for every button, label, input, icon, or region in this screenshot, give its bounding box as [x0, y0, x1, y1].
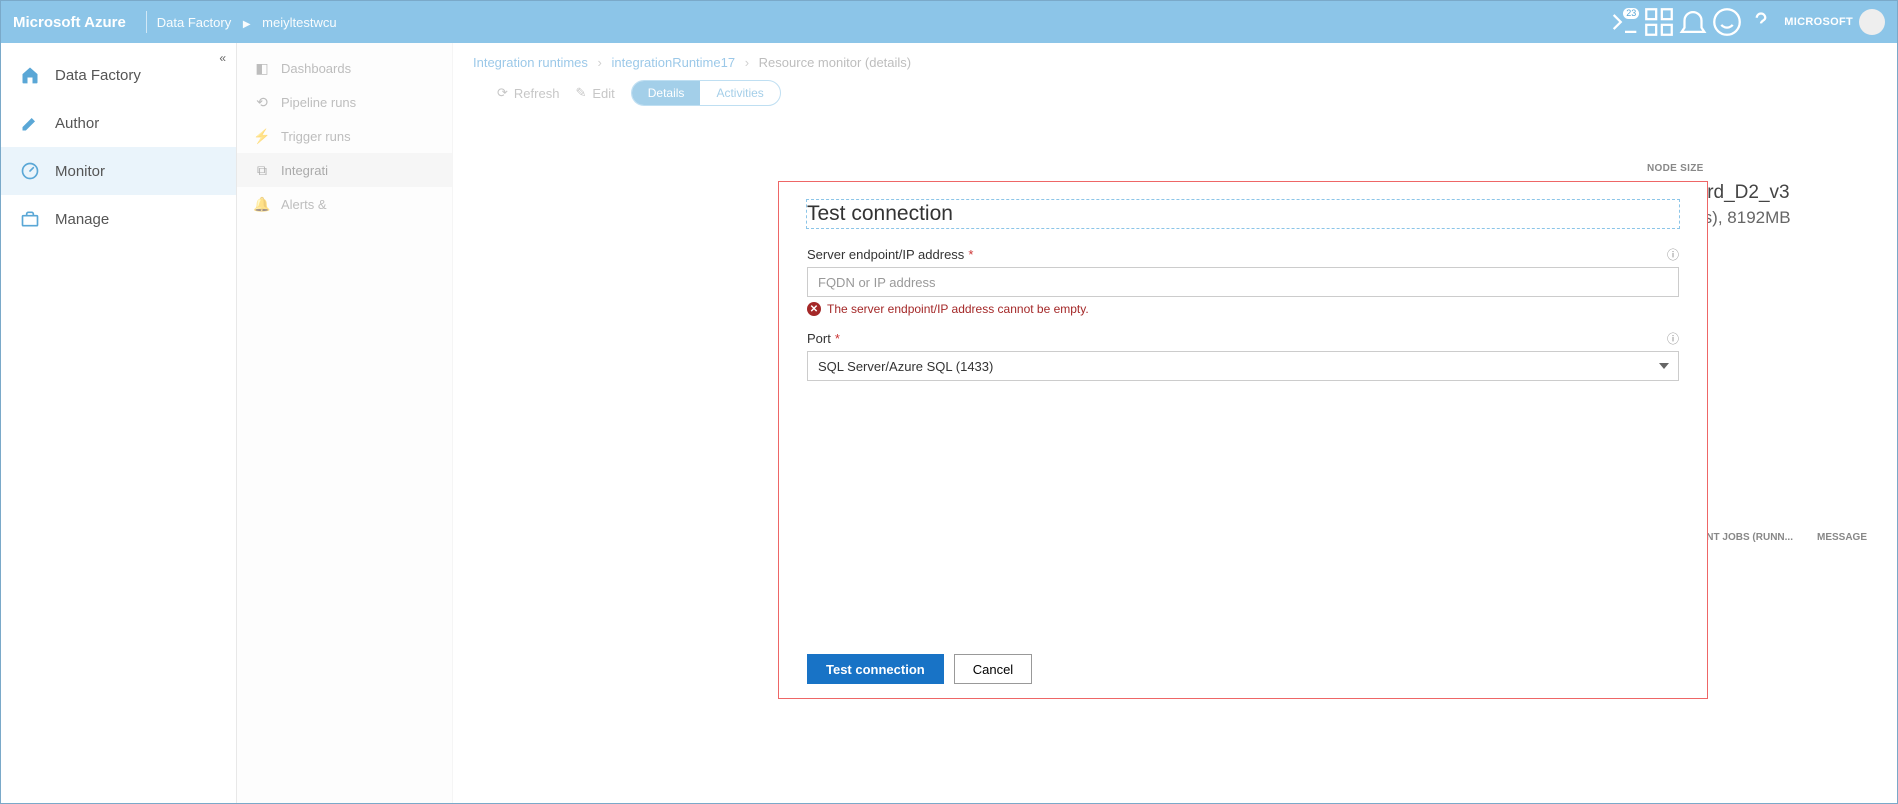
trigger-icon: ⚡	[251, 128, 273, 145]
info-icon[interactable]: ⓘ	[1667, 330, 1679, 347]
dialog-footer: Test connection Cancel	[807, 654, 1679, 684]
top-header: Microsoft Azure Data Factory ▶ meiyltest…	[1, 1, 1897, 43]
nav-label: Monitor	[55, 163, 105, 180]
bell-icon: 🔔	[251, 196, 273, 213]
collapse-nav-icon[interactable]: «	[219, 51, 226, 65]
help-icon[interactable]	[1744, 5, 1778, 39]
home-icon	[17, 62, 43, 88]
info-icon[interactable]: ⓘ	[1667, 246, 1679, 263]
port-select[interactable]: SQL Server/Azure SQL (1433)	[807, 351, 1679, 381]
dashboard-icon: ◧	[251, 60, 273, 77]
pencil-icon	[17, 110, 43, 136]
chevron-right-icon: ▶	[243, 19, 251, 30]
pencil-icon: ✎	[575, 85, 586, 101]
error-icon: ✕	[807, 302, 821, 316]
dialog-title: Test connection	[807, 200, 1679, 228]
server-endpoint-label: Server endpoint/IP address	[807, 247, 964, 262]
header-separator	[146, 11, 147, 33]
subnav-trigger-runs[interactable]: ⚡Trigger runs	[237, 119, 452, 153]
col-message: MESSAGE	[1817, 532, 1867, 543]
error-text: The server endpoint/IP address cannot be…	[827, 302, 1089, 316]
subnav-integration-runtimes[interactable]: ⧉Integrati	[237, 153, 452, 187]
nav-author[interactable]: Author	[1, 99, 236, 147]
chevron-right-icon: ›	[745, 55, 749, 70]
page-toolbar: ⟳Refresh ✎Edit Details Activities	[453, 76, 1897, 116]
refresh-button[interactable]: ⟳Refresh	[497, 85, 559, 101]
server-endpoint-input[interactable]	[807, 267, 1679, 297]
main-content: Integration runtimes › integrationRuntim…	[453, 43, 1897, 803]
monitor-subnav: ◧Dashboards ⟲Pipeline runs ⚡Trigger runs…	[237, 43, 453, 803]
nav-monitor[interactable]: Monitor	[1, 147, 236, 195]
primary-nav: « Data Factory Author Monitor Manage	[1, 43, 237, 803]
pipeline-icon: ⟲	[251, 94, 273, 111]
org-label: MICROSOFT	[1784, 16, 1853, 28]
test-connection-dialog: Test connection Server endpoint/IP addre…	[778, 181, 1708, 699]
notification-badge: 23	[1623, 8, 1639, 19]
header-breadcrumb[interactable]: Data Factory ▶ meiyltestwcu	[157, 15, 337, 30]
chevron-right-icon: ›	[598, 55, 602, 70]
tab-details[interactable]: Details	[632, 81, 701, 105]
server-endpoint-error: ✕ The server endpoint/IP address cannot …	[807, 302, 1679, 316]
subnav-alerts[interactable]: 🔔Alerts &	[237, 187, 452, 221]
test-connection-button[interactable]: Test connection	[807, 654, 944, 684]
tab-activities[interactable]: Activities	[700, 81, 779, 105]
port-label: Port	[807, 331, 831, 346]
nav-label: Manage	[55, 211, 109, 228]
page-breadcrumb: Integration runtimes › integrationRuntim…	[453, 43, 1897, 76]
feedback-icon[interactable]	[1710, 5, 1744, 39]
server-endpoint-field: Server endpoint/IP address * ⓘ ✕ The ser…	[807, 246, 1679, 316]
subnav-dashboards[interactable]: ◧Dashboards	[237, 51, 452, 85]
gauge-icon	[17, 158, 43, 184]
integration-icon: ⧉	[251, 162, 273, 179]
view-toggle: Details Activities	[631, 80, 781, 106]
nav-manage[interactable]: Manage	[1, 195, 236, 243]
breadcrumb-runtime-name[interactable]: integrationRuntime17	[612, 55, 736, 70]
nav-label: Author	[55, 115, 99, 132]
subnav-pipeline-runs[interactable]: ⟲Pipeline runs	[237, 85, 452, 119]
cancel-button[interactable]: Cancel	[954, 654, 1032, 684]
toolbox-icon	[17, 206, 43, 232]
crumb-resource[interactable]: meiyltestwcu	[262, 15, 336, 30]
breadcrumb-current: Resource monitor (details)	[759, 55, 911, 70]
edit-button[interactable]: ✎Edit	[575, 85, 614, 101]
refresh-icon: ⟳	[497, 85, 508, 101]
user-avatar[interactable]	[1859, 9, 1885, 35]
required-marker: *	[968, 247, 973, 262]
nav-label: Data Factory	[55, 67, 141, 84]
brand-label[interactable]: Microsoft Azure	[13, 14, 126, 31]
crumb-service[interactable]: Data Factory	[157, 15, 231, 30]
cloud-shell-icon[interactable]: 23	[1608, 5, 1642, 39]
port-field: Port * ⓘ SQL Server/Azure SQL (1433)	[807, 330, 1679, 381]
required-marker: *	[835, 331, 840, 346]
notifications-icon[interactable]	[1676, 5, 1710, 39]
directory-icon[interactable]	[1642, 5, 1676, 39]
nav-data-factory[interactable]: Data Factory	[1, 51, 236, 99]
node-size-label: NODE SIZE	[1647, 163, 1867, 174]
breadcrumb-integration-runtimes[interactable]: Integration runtimes	[473, 55, 588, 70]
